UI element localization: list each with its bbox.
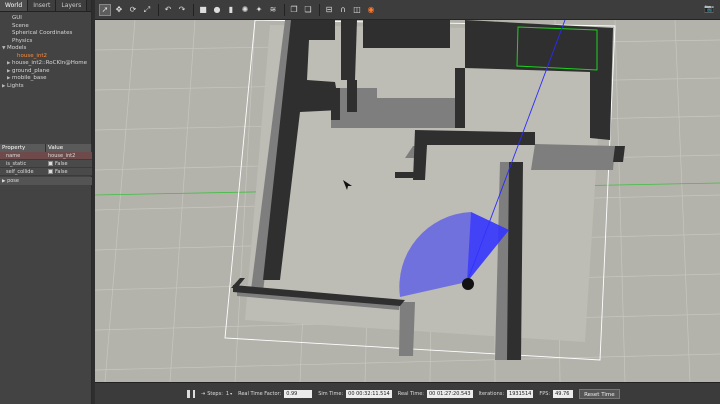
- real-time-value: 00 01:27:20.543: [427, 389, 473, 398]
- tree-item[interactable]: ▼ Models: [0, 45, 91, 53]
- simulation-status-bar: ⇥ Steps: 1 ▾ Real Time Factor: 0.99 Sim …: [95, 382, 720, 404]
- tree-item-label: ground_plane: [12, 67, 50, 74]
- align-icon[interactable]: ⊟: [323, 4, 335, 16]
- select-arrow-icon[interactable]: ➚: [99, 3, 111, 16]
- scene-render: [95, 20, 720, 382]
- checkbox[interactable]: [48, 169, 53, 174]
- fps-value: 49.76: [553, 389, 574, 398]
- real-time-label: Real Time:: [397, 390, 424, 397]
- paste-icon[interactable]: ❏: [302, 4, 314, 16]
- tab-insert[interactable]: Insert: [28, 0, 57, 11]
- copy-icon[interactable]: ❐: [288, 4, 300, 16]
- pause-icon[interactable]: [187, 389, 195, 398]
- value-column-header: Value: [46, 144, 92, 152]
- tree-item[interactable]: ▶ house_int2::RoCKIn@Home: [0, 60, 91, 68]
- steps-value[interactable]: 1: [226, 391, 229, 397]
- panel-tabs: World Insert Layers: [0, 0, 91, 12]
- fps-label: FPS:: [539, 390, 551, 397]
- undo-icon[interactable]: ↶: [162, 4, 174, 16]
- camera-icon[interactable]: 📷: [704, 4, 714, 13]
- pose-label: pose: [7, 178, 19, 184]
- tree-item[interactable]: GUI: [0, 15, 91, 23]
- properties-header: Property Value: [0, 144, 92, 152]
- rotate-icon[interactable]: ⟳: [127, 4, 139, 16]
- tree-item-label: Spherical Coordinates: [12, 30, 73, 36]
- sim-time-label: Sim Time:: [318, 390, 344, 397]
- box-icon[interactable]: ■: [197, 4, 209, 16]
- left-panel: World Insert Layers GUI Scene Spherical Co…: [0, 0, 92, 404]
- steps-label: Steps:: [207, 390, 223, 397]
- point-light-icon[interactable]: ✺: [239, 4, 251, 16]
- directional-light-icon[interactable]: ≋: [267, 4, 279, 16]
- property-name: is_static: [6, 161, 27, 167]
- tree-item-label: house_int2::RoCKIn@Home: [12, 60, 87, 66]
- scene-viewport[interactable]: [95, 20, 720, 382]
- iterations-value: 1931514: [507, 389, 534, 398]
- property-value-text: house_int2: [48, 153, 76, 159]
- chevron-down-icon[interactable]: ▾: [230, 391, 232, 396]
- toolbar-separator: [158, 3, 159, 16]
- tab-world[interactable]: World: [0, 0, 29, 11]
- property-row: self_collide False: [0, 168, 92, 176]
- reset-time-button[interactable]: Reset Time: [579, 388, 620, 399]
- cylinder-icon[interactable]: ▮: [225, 4, 237, 16]
- tree-item[interactable]: Scene: [0, 23, 91, 31]
- property-name: self_collide: [6, 169, 34, 175]
- scale-icon[interactable]: ⤢: [141, 4, 153, 16]
- step-icon: ⇥: [201, 390, 206, 397]
- tree-item-label: Physics: [12, 37, 33, 44]
- redo-icon[interactable]: ↷: [176, 4, 188, 16]
- tree-item[interactable]: ▶ Lights: [0, 83, 91, 91]
- tree-item-label: Lights: [7, 82, 24, 89]
- tree-item[interactable]: house_int2: [0, 53, 91, 61]
- toolbar-separator: [284, 3, 285, 16]
- tab-layers[interactable]: Layers: [56, 0, 88, 11]
- change-view-icon[interactable]: ◫: [351, 4, 363, 16]
- robot-base[interactable]: [462, 278, 474, 290]
- rtf-value: 0.99: [284, 389, 313, 398]
- tree-item-label: GUI: [12, 15, 22, 21]
- world-tree: GUI Scene Spherical Coordinates Physics ▼ Mod…: [0, 12, 91, 90]
- property-value-text: False: [55, 169, 68, 175]
- tree-item-label: Scene: [12, 22, 29, 29]
- tree-item-label: mobile_base: [12, 75, 47, 81]
- property-row: is_static False: [0, 160, 92, 168]
- steps-control[interactable]: ⇥ Steps: 1 ▾: [201, 391, 232, 397]
- checkbox[interactable]: [48, 161, 53, 166]
- tree-item[interactable]: Physics: [0, 38, 91, 46]
- snap-icon[interactable]: ∩: [337, 4, 349, 16]
- iterations-label: Iterations:: [478, 390, 505, 397]
- screenshot-icon[interactable]: ◉: [365, 4, 377, 16]
- chevron-right-icon: ▶: [2, 179, 6, 184]
- toolbar-separator: [193, 3, 194, 16]
- toolbar-separator: [319, 3, 320, 16]
- property-column-header: Property: [0, 144, 46, 152]
- tree-item[interactable]: ▶ ground_plane: [0, 68, 91, 76]
- tree-item-label: Models: [7, 45, 27, 51]
- rtf-label: Real Time Factor:: [238, 390, 282, 397]
- spot-light-icon[interactable]: ✦: [253, 4, 265, 16]
- translate-icon[interactable]: ✥: [113, 4, 125, 16]
- property-value[interactable]: False: [46, 160, 92, 167]
- sim-time-value: 00 00:32:11.514: [346, 389, 392, 398]
- pose-row[interactable]: ▶ pose: [0, 177, 92, 185]
- tree-item[interactable]: Spherical Coordinates: [0, 30, 91, 38]
- sphere-icon[interactable]: ●: [211, 4, 223, 16]
- property-value-text: False: [55, 161, 68, 167]
- tree-item-label: house_int2: [17, 52, 48, 59]
- properties-panel: Property Value name house_int2 is_static Fa…: [0, 144, 92, 185]
- toolbar: ➚ ✥ ⟳ ⤢ ↶ ↷ ■ ● ▮ ✺ ✦ ≋ ❐ ❏ ⊟ ∩ ◫ ◉ 📷: [95, 0, 720, 20]
- property-name: name: [0, 152, 46, 159]
- property-row: name house_int2: [0, 152, 92, 160]
- tree-item[interactable]: ▶ mobile_base: [0, 75, 91, 83]
- property-value[interactable]: False: [46, 168, 92, 175]
- property-value[interactable]: house_int2: [46, 152, 92, 159]
